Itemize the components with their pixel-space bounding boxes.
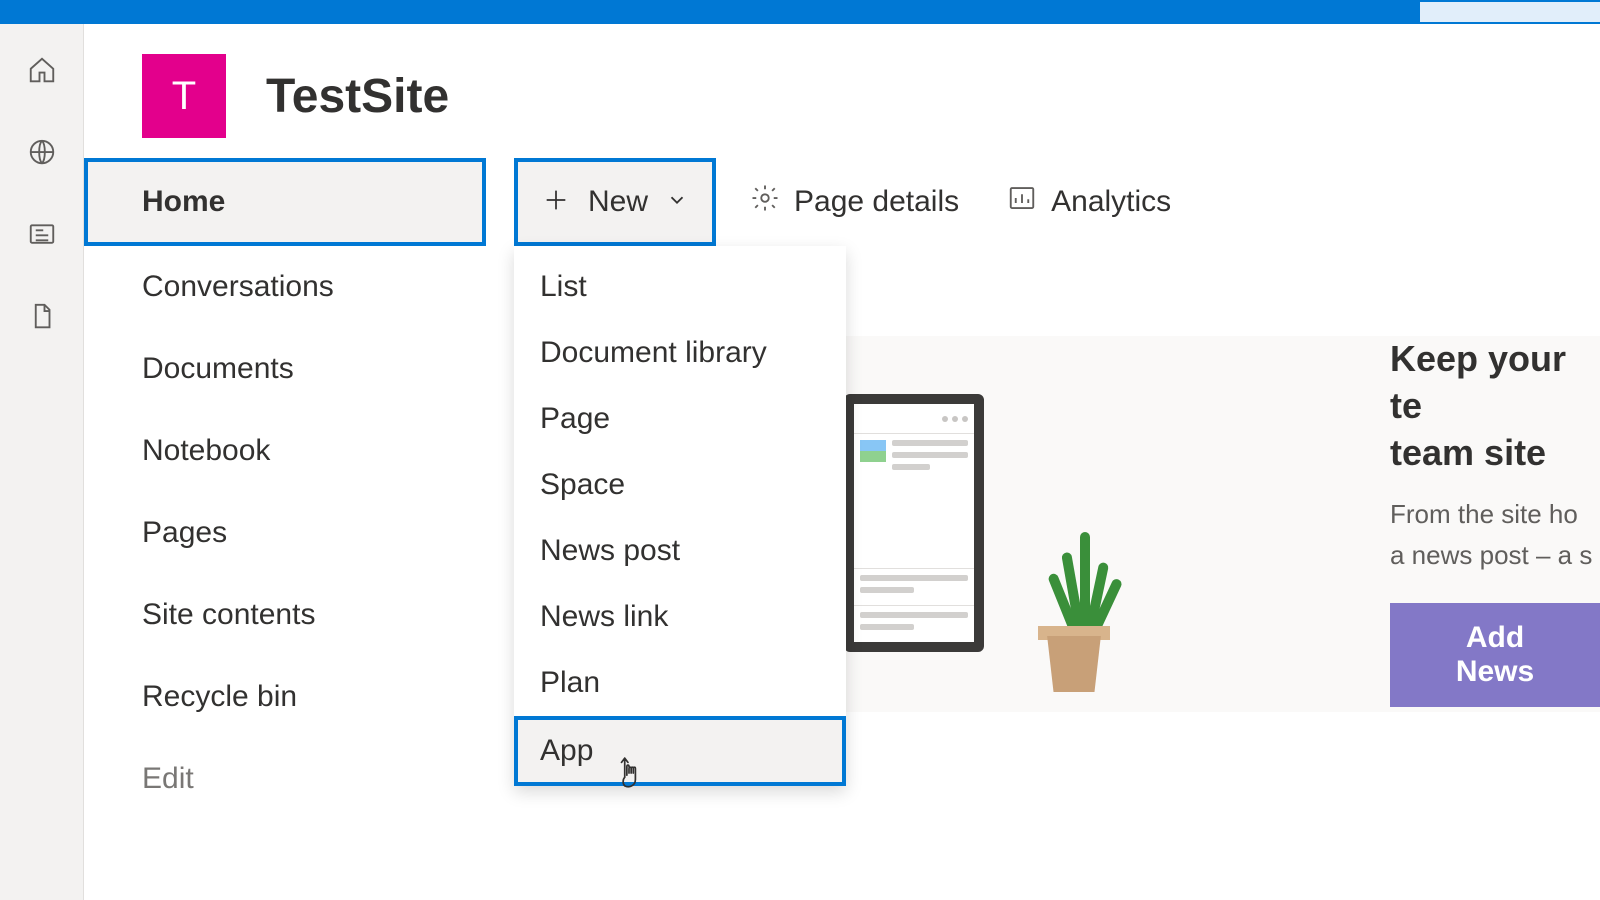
new-menu-page[interactable]: Page xyxy=(514,386,846,452)
new-menu-news-post[interactable]: News post xyxy=(514,518,846,584)
new-menu-app-label: App xyxy=(540,734,593,767)
tablet-illustration xyxy=(844,394,994,654)
app-rail xyxy=(0,24,84,900)
suite-bar xyxy=(0,0,1600,24)
new-menu-news-link[interactable]: News link xyxy=(514,584,846,650)
new-menu-app[interactable]: App xyxy=(514,716,846,786)
news-body-line2: a news post – a s xyxy=(1390,537,1600,573)
command-bar: New Page details xyxy=(514,158,1600,246)
document-icon[interactable] xyxy=(26,300,58,332)
nav-item-notebook[interactable]: Notebook xyxy=(84,410,514,492)
analytics-button[interactable]: Analytics xyxy=(985,183,1193,221)
body-area: Home Conversations Documents Notebook Pa… xyxy=(84,158,1600,900)
site-title: TestSite xyxy=(266,69,449,124)
nav-item-home[interactable]: Home xyxy=(84,158,486,246)
plant-illustration xyxy=(1034,532,1114,692)
new-menu-plan[interactable]: Plan xyxy=(514,650,846,716)
main: T TestSite Home Conversations Documents … xyxy=(84,24,1600,900)
page-details-button[interactable]: Page details xyxy=(728,183,981,221)
gear-icon xyxy=(750,183,780,221)
analytics-label: Analytics xyxy=(1051,185,1171,219)
nav-item-documents[interactable]: Documents xyxy=(84,328,514,410)
news-body-line1: From the site ho xyxy=(1390,496,1600,532)
plus-icon xyxy=(542,186,570,219)
site-logo[interactable]: T xyxy=(142,54,226,138)
analytics-icon xyxy=(1007,183,1037,221)
news-heading-line1: Keep your te xyxy=(1390,336,1600,430)
home-icon[interactable] xyxy=(26,54,58,86)
new-menu-document-library[interactable]: Document library xyxy=(514,320,846,386)
nav-item-site-contents[interactable]: Site contents xyxy=(84,574,514,656)
nav-item-conversations[interactable]: Conversations xyxy=(84,246,514,328)
page-details-label: Page details xyxy=(794,185,959,219)
news-text-panel: Keep your te team site From the site ho … xyxy=(1390,336,1600,712)
new-menu-list[interactable]: List xyxy=(514,254,846,320)
news-icon[interactable] xyxy=(26,218,58,250)
app-container: T TestSite Home Conversations Documents … xyxy=(0,24,1600,900)
news-heading-line2: team site xyxy=(1390,430,1600,477)
search-region[interactable] xyxy=(1420,2,1600,22)
nav-item-recycle-bin[interactable]: Recycle bin xyxy=(84,656,514,738)
new-menu-dropdown: List Document library Page Space News po… xyxy=(514,246,846,786)
globe-icon[interactable] xyxy=(26,136,58,168)
site-header: T TestSite xyxy=(84,24,1600,158)
quick-launch-nav: Home Conversations Documents Notebook Pa… xyxy=(84,158,514,900)
content-column: New Page details xyxy=(514,158,1600,900)
nav-edit-link[interactable]: Edit xyxy=(84,738,514,820)
new-menu-space[interactable]: Space xyxy=(514,452,846,518)
new-button-label: New xyxy=(588,185,648,219)
add-news-button[interactable]: Add News xyxy=(1390,603,1600,707)
chevron-down-icon xyxy=(666,189,688,216)
nav-item-pages[interactable]: Pages xyxy=(84,492,514,574)
new-button[interactable]: New xyxy=(514,158,716,246)
cursor-pointer-icon xyxy=(616,756,642,796)
